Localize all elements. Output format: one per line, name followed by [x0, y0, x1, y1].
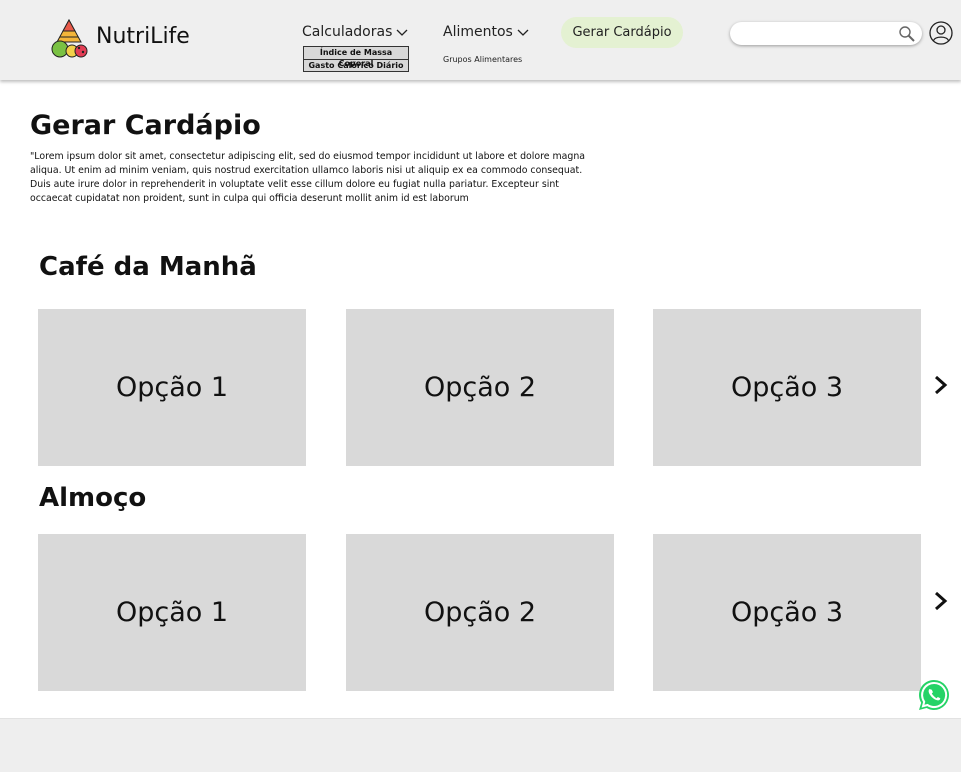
section-title-almoco: Almoço: [39, 483, 147, 513]
brand-name[interactable]: NutriLife: [96, 24, 190, 49]
chevron-down-icon: [396, 29, 408, 36]
breakfast-option-card[interactable]: Opção 3: [653, 309, 921, 466]
footer: [0, 718, 961, 772]
search-bar: [730, 22, 922, 45]
submenu-item-imc[interactable]: Índice de Massa Coporal: [304, 47, 408, 68]
search-input[interactable]: [740, 25, 890, 42]
lunch-option-card[interactable]: Opção 3: [653, 534, 921, 691]
submenu-item-grupos-alimentares[interactable]: Grupos Alimentares: [443, 55, 522, 64]
nav-calculadoras[interactable]: Calculadoras: [302, 24, 408, 40]
nav-alimentos-label: Alimentos: [443, 24, 513, 40]
chevron-right-icon[interactable]: [932, 590, 950, 612]
submenu-item-gasto-calorico[interactable]: Gasto Calórico Diário: [304, 59, 408, 71]
nav-calculadoras-label: Calculadoras: [302, 24, 393, 40]
user-icon[interactable]: [929, 21, 953, 45]
breakfast-option-card[interactable]: Opção 1: [38, 309, 306, 466]
section-title-cafe-da-manha: Café da Manhã: [39, 252, 257, 282]
nav-alimentos[interactable]: Alimentos: [443, 24, 529, 40]
whatsapp-icon[interactable]: [917, 678, 951, 712]
food-pyramid-logo[interactable]: [48, 18, 90, 60]
lunch-option-card[interactable]: Opção 1: [38, 534, 306, 691]
gerar-cardapio-button[interactable]: Gerar Cardápio: [561, 17, 683, 48]
chevron-right-icon[interactable]: [932, 374, 950, 396]
top-navbar: NutriLife Calculadoras Índice de Massa C…: [0, 0, 961, 80]
intro-text: "Lorem ipsum dolor sit amet, consectetur…: [30, 151, 586, 204]
calculadoras-submenu: Índice de Massa Coporal Gasto Calórico D…: [303, 46, 409, 72]
breakfast-option-card[interactable]: Opção 2: [346, 309, 614, 466]
page-title: Gerar Cardápio: [30, 110, 261, 141]
lunch-option-card[interactable]: Opção 2: [346, 534, 614, 691]
search-icon[interactable]: [898, 25, 916, 43]
chevron-down-icon: [517, 29, 529, 36]
